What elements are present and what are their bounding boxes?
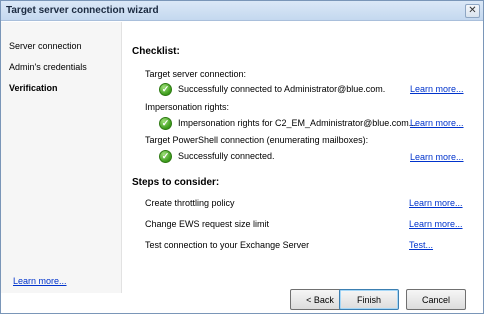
wizard-window: Target server connection wizard ✕ Server… <box>0 0 484 314</box>
checklist-status-row: ✓ Successfully connected to Administrato… <box>159 82 385 96</box>
sidebar-item-server-connection[interactable]: Server connection <box>9 41 82 51</box>
success-check-icon: ✓ <box>159 82 172 96</box>
sidebar-item-verification[interactable]: Verification <box>9 83 58 93</box>
checklist-status-text: Successfully connected. <box>178 151 275 161</box>
learn-more-link-ews-size[interactable]: Learn more... <box>409 219 463 229</box>
close-icon[interactable]: ✕ <box>465 4 480 18</box>
checklist-label-impersonation: Impersonation rights: <box>145 102 230 112</box>
checklist-label-powershell: Target PowerShell connection (enumeratin… <box>145 135 369 145</box>
learn-more-link-target-server[interactable]: Learn more... <box>410 84 464 94</box>
success-check-icon: ✓ <box>159 116 172 130</box>
checklist-title: Checklist: <box>132 46 180 57</box>
checklist-status-row: ✓ Successfully connected. <box>159 149 275 163</box>
learn-more-link-powershell[interactable]: Learn more... <box>410 152 464 162</box>
window-title: Target server connection wizard <box>6 5 159 16</box>
wizard-sidebar: Server connection Admin's credentials Ve… <box>1 22 122 293</box>
step-label-test-connection: Test connection to your Exchange Server <box>145 240 310 250</box>
finish-button[interactable]: Finish <box>339 289 399 310</box>
title-bar: Target server connection wizard ✕ <box>1 1 483 21</box>
learn-more-link-throttling[interactable]: Learn more... <box>409 198 463 208</box>
sidebar-item-admin-credentials[interactable]: Admin's credentials <box>9 62 87 72</box>
checklist-status-text: Impersonation rights for C2_EM_Administr… <box>178 118 417 128</box>
step-label-ews-size: Change EWS request size limit <box>145 219 270 229</box>
test-connection-link[interactable]: Test... <box>409 240 433 250</box>
success-check-icon: ✓ <box>159 149 172 163</box>
cancel-button[interactable]: Cancel <box>406 289 466 310</box>
steps-title: Steps to consider: <box>132 177 220 188</box>
checklist-label-target-server: Target server connection: <box>145 69 247 79</box>
learn-more-link-impersonation[interactable]: Learn more... <box>410 118 464 128</box>
checklist-status-text: Successfully connected to Administrator@… <box>178 84 386 94</box>
checklist-status-row: ✓ Impersonation rights for C2_EM_Adminis… <box>159 116 416 130</box>
verification-panel: Checklist: Target server connection: ✓ S… <box>123 22 483 282</box>
step-label-throttling: Create throttling policy <box>145 198 235 208</box>
sidebar-learn-more-link[interactable]: Learn more... <box>13 276 67 286</box>
